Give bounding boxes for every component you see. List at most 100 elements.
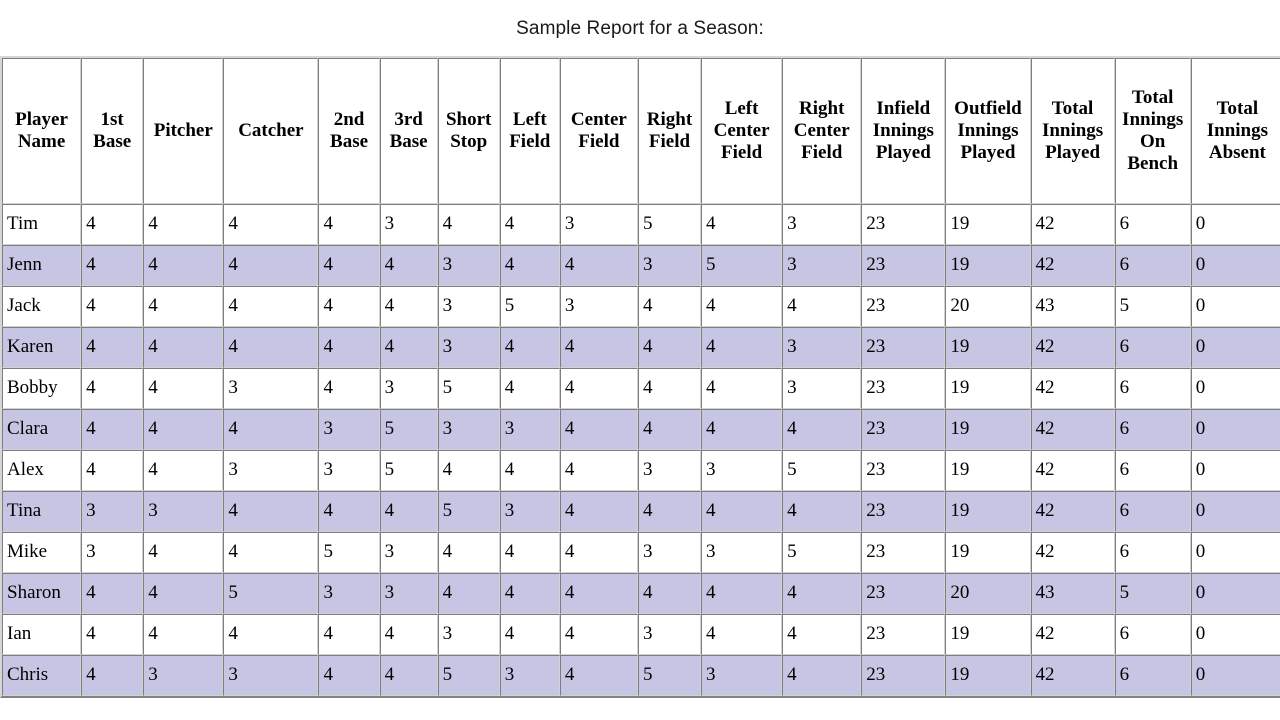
cell-value: 5 [437, 654, 500, 696]
cell-value: 4 [143, 244, 224, 286]
cell-value: 19 [945, 449, 1031, 491]
cell-value: 6 [1114, 244, 1191, 286]
cell-value: 4 [81, 285, 144, 327]
cell-value: 3 [379, 572, 438, 614]
cell-value: 23 [861, 285, 946, 327]
cell-value: 4 [81, 613, 144, 655]
cell-value: 4 [379, 244, 438, 286]
cell-value: 19 [945, 367, 1031, 409]
column-header-0: Player Name [2, 57, 82, 204]
table-row: Jenn 4 4 4 4 4 3 4 4 3 5 3 23 19 42 6 0 [2, 244, 1280, 286]
cell-player-name: Clara [2, 408, 82, 450]
cell-value: 4 [637, 408, 702, 450]
cell-value: 19 [945, 490, 1031, 532]
cell-value: 5 [701, 244, 783, 286]
cell-value: 5 [782, 449, 862, 491]
cell-value: 4 [318, 490, 380, 532]
column-header-9: Right Field [637, 57, 702, 204]
cell-value: 20 [945, 285, 1031, 327]
cell-value: 19 [945, 326, 1031, 368]
cell-value: 4 [143, 408, 224, 450]
cell-value: 42 [1030, 531, 1115, 573]
table-row: Tim 4 4 4 4 3 4 4 3 5 4 3 23 19 42 6 0 [2, 203, 1280, 245]
cell-value: 4 [143, 531, 224, 573]
cell-player-name: Jack [2, 285, 82, 327]
cell-value: 3 [318, 408, 380, 450]
cell-value: 42 [1030, 244, 1115, 286]
cell-player-name: Sharon [2, 572, 82, 614]
cell-value: 0 [1190, 531, 1280, 573]
cell-value: 42 [1030, 326, 1115, 368]
cell-value: 3 [379, 367, 438, 409]
cell-value: 4 [81, 367, 144, 409]
column-header-15: Total Innings On Bench [1114, 57, 1191, 204]
cell-value: 3 [318, 449, 380, 491]
cell-value: 4 [559, 449, 638, 491]
column-header-11: Right Center Field [782, 57, 862, 204]
cell-value: 4 [223, 203, 319, 245]
cell-value: 23 [861, 203, 946, 245]
cell-value: 23 [861, 531, 946, 573]
cell-value: 5 [1114, 572, 1191, 614]
cell-value: 4 [499, 326, 560, 368]
cell-value: 4 [379, 613, 438, 655]
cell-player-name: Chris [2, 654, 82, 696]
cell-value: 6 [1114, 367, 1191, 409]
cell-value: 4 [499, 203, 560, 245]
cell-value: 5 [637, 203, 702, 245]
cell-value: 4 [782, 572, 862, 614]
cell-value: 23 [861, 613, 946, 655]
cell-value: 3 [559, 285, 638, 327]
cell-value: 4 [559, 408, 638, 450]
cell-value: 0 [1190, 490, 1280, 532]
cell-value: 5 [379, 408, 438, 450]
cell-player-name: Bobby [2, 367, 82, 409]
cell-value: 5 [379, 449, 438, 491]
cell-value: 4 [701, 326, 783, 368]
cell-value: 4 [318, 203, 380, 245]
cell-value: 42 [1030, 203, 1115, 245]
cell-value: 4 [223, 531, 319, 573]
cell-value: 3 [318, 572, 380, 614]
cell-value: 23 [861, 449, 946, 491]
cell-value: 3 [499, 654, 560, 696]
cell-value: 3 [437, 613, 500, 655]
cell-value: 4 [782, 490, 862, 532]
cell-value: 4 [223, 326, 319, 368]
table-row: Clara 4 4 4 3 5 3 3 4 4 4 4 23 19 42 6 0 [2, 408, 1280, 450]
cell-value: 0 [1190, 408, 1280, 450]
cell-value: 3 [379, 531, 438, 573]
cell-value: 4 [318, 326, 380, 368]
cell-value: 3 [223, 367, 319, 409]
column-header-5: 3rd Base [379, 57, 438, 204]
cell-value: 4 [318, 654, 380, 696]
cell-value: 4 [143, 572, 224, 614]
cell-value: 3 [637, 613, 702, 655]
cell-value: 4 [223, 408, 319, 450]
cell-value: 5 [637, 654, 702, 696]
cell-value: 4 [437, 449, 500, 491]
cell-value: 0 [1190, 449, 1280, 491]
cell-value: 4 [143, 326, 224, 368]
cell-value: 42 [1030, 449, 1115, 491]
cell-value: 3 [437, 326, 500, 368]
cell-value: 4 [223, 244, 319, 286]
cell-player-name: Tina [2, 490, 82, 532]
cell-value: 4 [143, 613, 224, 655]
cell-value: 4 [559, 326, 638, 368]
cell-value: 4 [559, 367, 638, 409]
cell-player-name: Jenn [2, 244, 82, 286]
table-row: Bobby 4 4 3 4 3 5 4 4 4 4 3 23 19 42 6 0 [2, 367, 1280, 409]
cell-value: 3 [559, 203, 638, 245]
cell-value: 3 [701, 531, 783, 573]
column-header-14: Total Innings Played [1030, 57, 1115, 204]
cell-value: 4 [379, 326, 438, 368]
cell-value: 0 [1190, 285, 1280, 327]
cell-value: 3 [499, 408, 560, 450]
cell-value: 0 [1190, 367, 1280, 409]
column-header-16: Total Innings Absent [1190, 57, 1280, 204]
cell-value: 4 [701, 613, 783, 655]
cell-value: 3 [437, 244, 500, 286]
cell-value: 4 [81, 244, 144, 286]
cell-value: 0 [1190, 613, 1280, 655]
